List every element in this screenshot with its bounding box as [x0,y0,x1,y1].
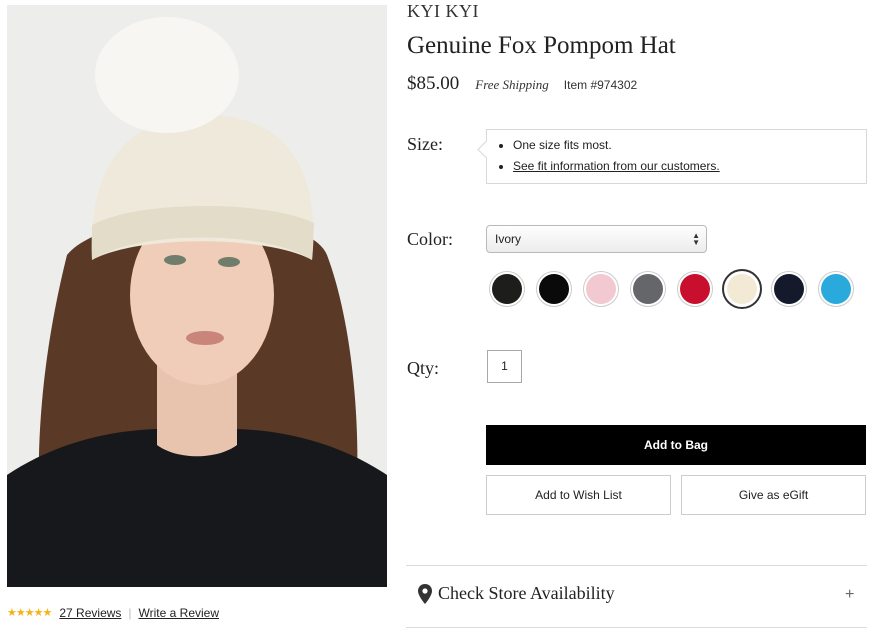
color-swatch-ivory[interactable] [722,269,762,309]
add-to-wish-list-button[interactable]: Add to Wish List [486,475,671,515]
swatch-fill [680,274,710,304]
plus-icon[interactable]: + [845,586,854,604]
size-label: Size: [407,134,443,154]
shipping-note: Free Shipping [475,77,549,92]
location-pin-icon [418,583,432,604]
half-star-icon: ★ [42,606,53,619]
qty-input[interactable]: 1 [487,350,522,383]
swatch-fill [727,274,757,304]
size-info-box: One size fits most. See fit information … [486,129,867,184]
color-swatch-light-pink[interactable] [583,271,619,307]
color-swatch-grey[interactable] [630,271,666,307]
brand-name[interactable]: KYI KYI [407,1,479,22]
star-icon: ★ [33,606,44,619]
add-to-bag-button[interactable]: Add to Bag [486,425,866,465]
check-store-availability[interactable]: Check Store Availability [418,583,615,604]
reviews-row: ★ ★ ★ ★ ★ 27 Reviews | Write a Review [7,604,219,622]
color-swatch-navy[interactable] [771,271,807,307]
reviews-count-link[interactable]: 27 Reviews [59,606,121,620]
swatch-fill [539,274,569,304]
divider [406,627,867,628]
star-icon: ★ [24,606,35,619]
write-review-link[interactable]: Write a Review [139,606,219,620]
color-label: Color: [407,229,454,249]
color-swatch-red[interactable] [677,271,713,307]
product-title: Genuine Fox Pompom Hat [407,32,676,59]
swatch-fill [586,274,616,304]
divider [406,565,867,566]
check-store-label: Check Store Availability [438,583,615,603]
color-swatch-black-heather[interactable] [489,271,525,307]
rating-stars[interactable]: ★ ★ ★ ★ ★ [7,606,53,619]
swatch-fill [774,274,804,304]
price-row: $85.00 Free Shipping Item #974302 [407,73,637,95]
color-selected-value: Ivory [495,232,522,246]
color-swatch-turquoise[interactable] [818,271,854,307]
product-image[interactable] [7,5,387,587]
qty-label: Qty: [407,358,440,378]
fit-info-link[interactable]: See fit information from our customers. [513,159,720,173]
fit-info-item: See fit information from our customers. [513,159,866,173]
color-select[interactable]: Ivory ▲ ▼ [486,225,707,253]
swatch-fill [821,274,851,304]
size-note: One size fits most. [513,138,866,152]
select-arrows-icon: ▲ ▼ [692,231,700,247]
give-egift-button[interactable]: Give as eGift [681,475,866,515]
reviews-separator: | [128,606,132,620]
star-icon: ★ [7,606,17,619]
item-number: Item #974302 [563,78,638,92]
swatch-fill [492,274,522,304]
swatch-fill [633,274,663,304]
color-swatch-black[interactable] [536,271,572,307]
price: $85.00 [407,73,460,94]
star-icon: ★ [15,606,26,619]
color-swatches [489,269,865,309]
